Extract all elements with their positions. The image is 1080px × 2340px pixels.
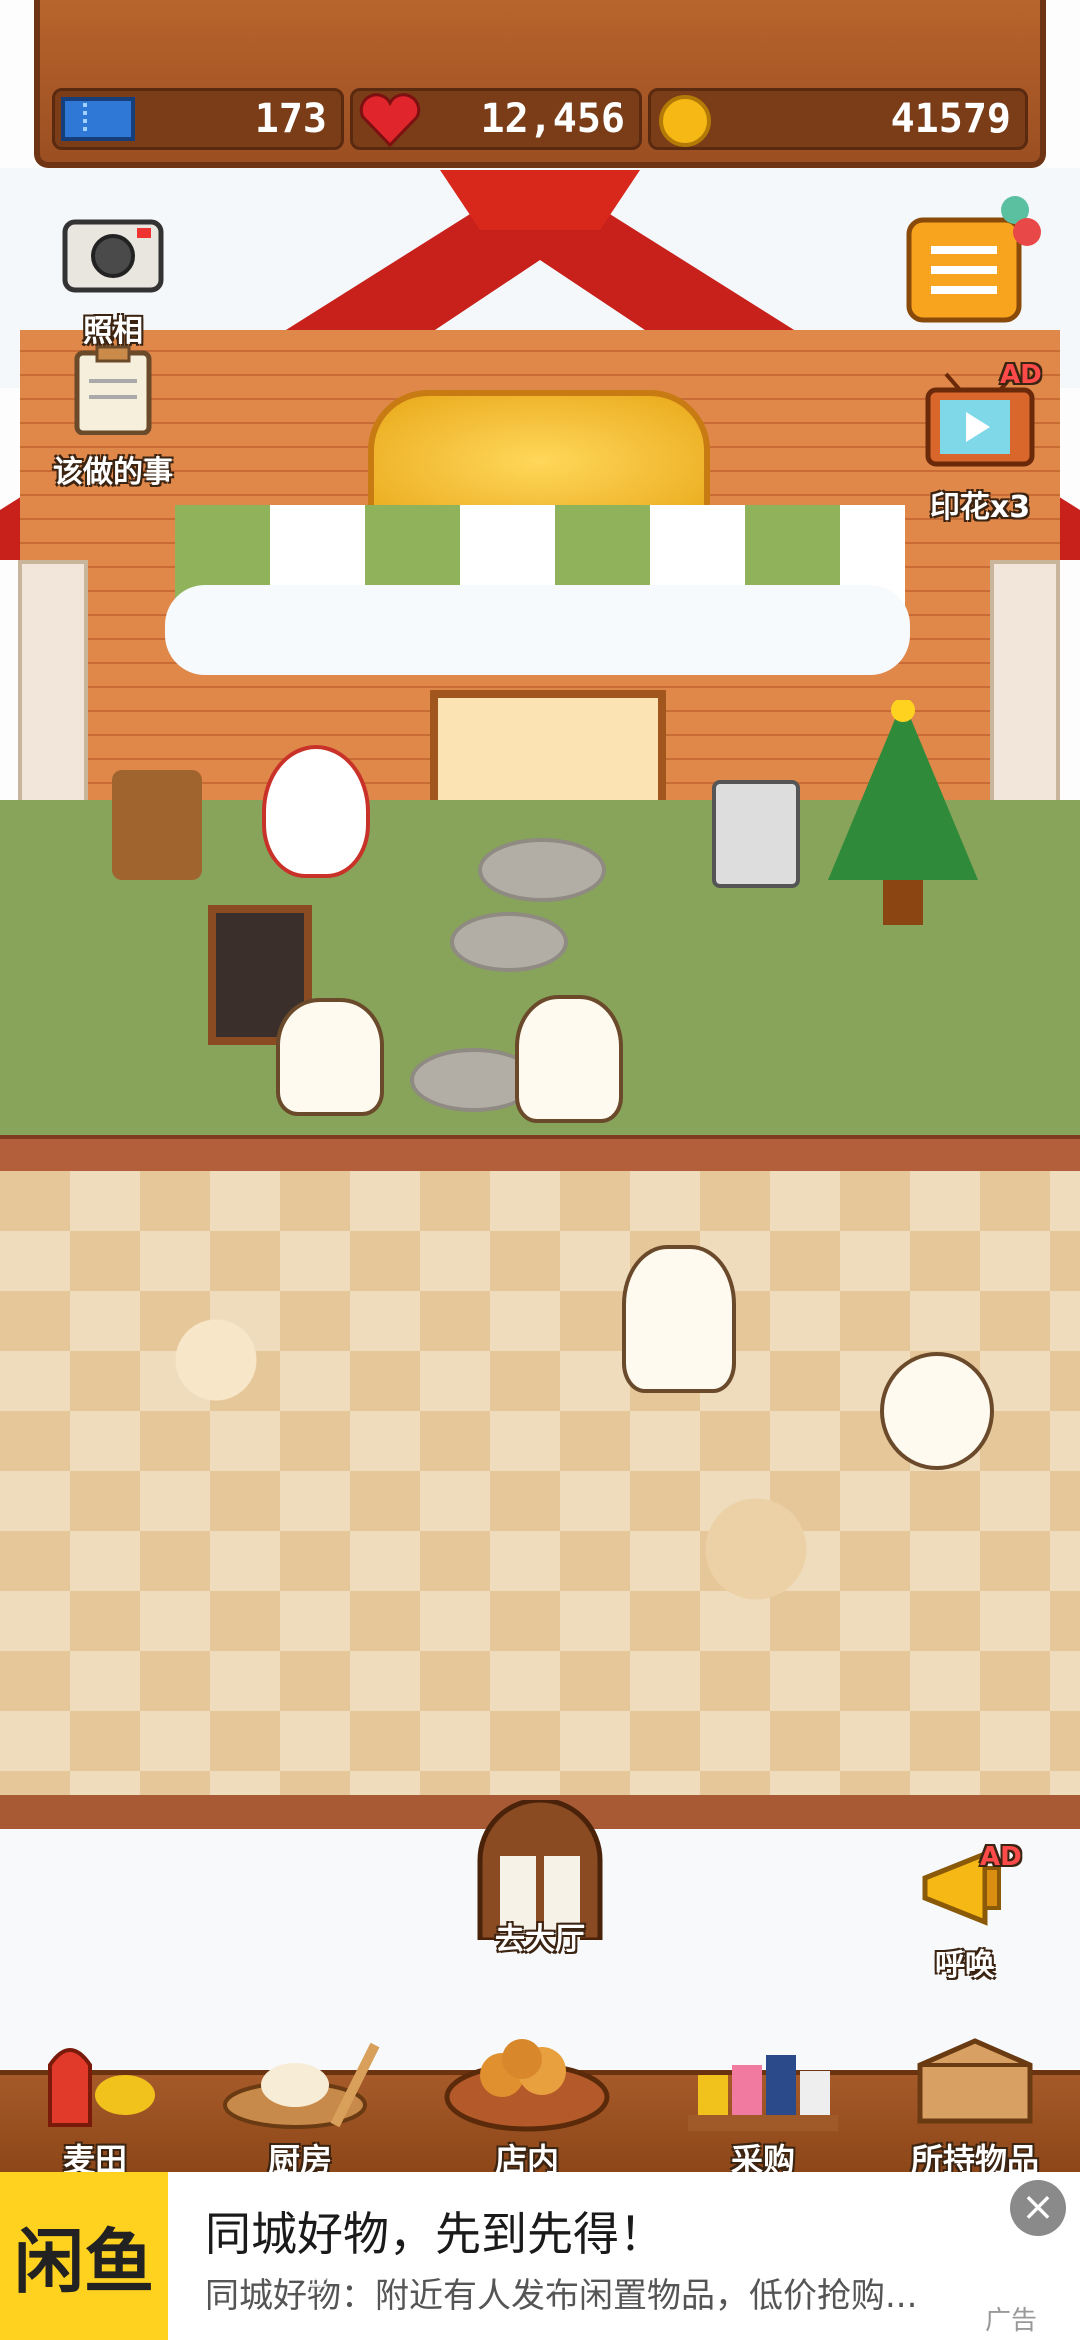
shop-goods-icon [688,2055,838,2131]
coin-count: 41579 [890,96,1011,142]
camera-label: 照相 [83,314,143,349]
heart-count: 12,456 [480,96,626,142]
ad-badge: AD [980,1842,1022,1872]
customer-character[interactable] [276,998,384,1116]
nav-store[interactable]: 店内 [442,2025,612,2179]
todo-button[interactable]: 该做的事 [38,345,188,491]
snowman-decoration [262,745,370,878]
ad-close-button[interactable]: × [1010,2180,1066,2236]
box-icon [917,2038,1033,2124]
ad-tag: 广告 [985,2306,1038,2336]
customer-character[interactable] [622,1245,736,1393]
system-back-icon[interactable]: ‹ [755,2255,769,2296]
christmas-tree [828,700,978,925]
go-hall-button[interactable]: 去大厅 [468,1797,612,1958]
dough-icon [223,2042,380,2129]
wheat-icon [48,2048,155,2127]
system-menu-icon[interactable]: ≡ [300,2258,330,2299]
coin-counter: 41579 [648,88,1028,150]
heart-icon [359,93,421,148]
call-label: 呼唤 [935,1948,995,1983]
nav-wheat-field[interactable]: 麦田 [10,2025,180,2179]
stepping-stone [478,838,606,902]
todo-label: 该做的事 [53,455,173,490]
ad-badge: AD [1000,360,1042,390]
stone-plaza [0,1171,1080,1801]
awning-snow [165,585,910,675]
camera-button[interactable]: 照相 [58,212,168,350]
nav-inventory[interactable]: 所持物品 [890,2025,1060,2179]
call-ad-button[interactable]: AD 呼唤 [900,1842,1030,1984]
ticket-counter: 173 [52,88,344,150]
chair-decoration [712,780,800,888]
menu-button[interactable] [905,192,1045,340]
lawn-border [0,1135,1080,1175]
customer-character[interactable] [880,1352,994,1470]
menu-list-icon [906,196,1041,323]
coin-icon [659,95,711,147]
system-home-icon[interactable]: □ [525,2255,559,2296]
ticket-count: 173 [254,96,327,142]
camera-icon [62,219,164,293]
plant-pot-decoration [112,770,202,880]
nav-purchase[interactable]: 采购 [678,2025,848,2179]
heart-counter: 12,456 [350,88,642,150]
stamp-label: 印花x3 [929,490,1031,525]
stepping-stone [450,912,568,972]
clipboard-icon [74,345,152,436]
stamp-ad-button[interactable]: AD 印花x3 [900,360,1060,526]
bread-basket-icon [444,2039,610,2132]
ad-logo[interactable]: 闲鱼 [0,2172,168,2340]
ticket-icon [61,97,135,141]
ad-title[interactable]: 同城好物，先到先得！ [205,2198,665,2264]
nav-kitchen[interactable]: 厨房 [215,2025,385,2179]
customer-character[interactable] [515,995,623,1123]
